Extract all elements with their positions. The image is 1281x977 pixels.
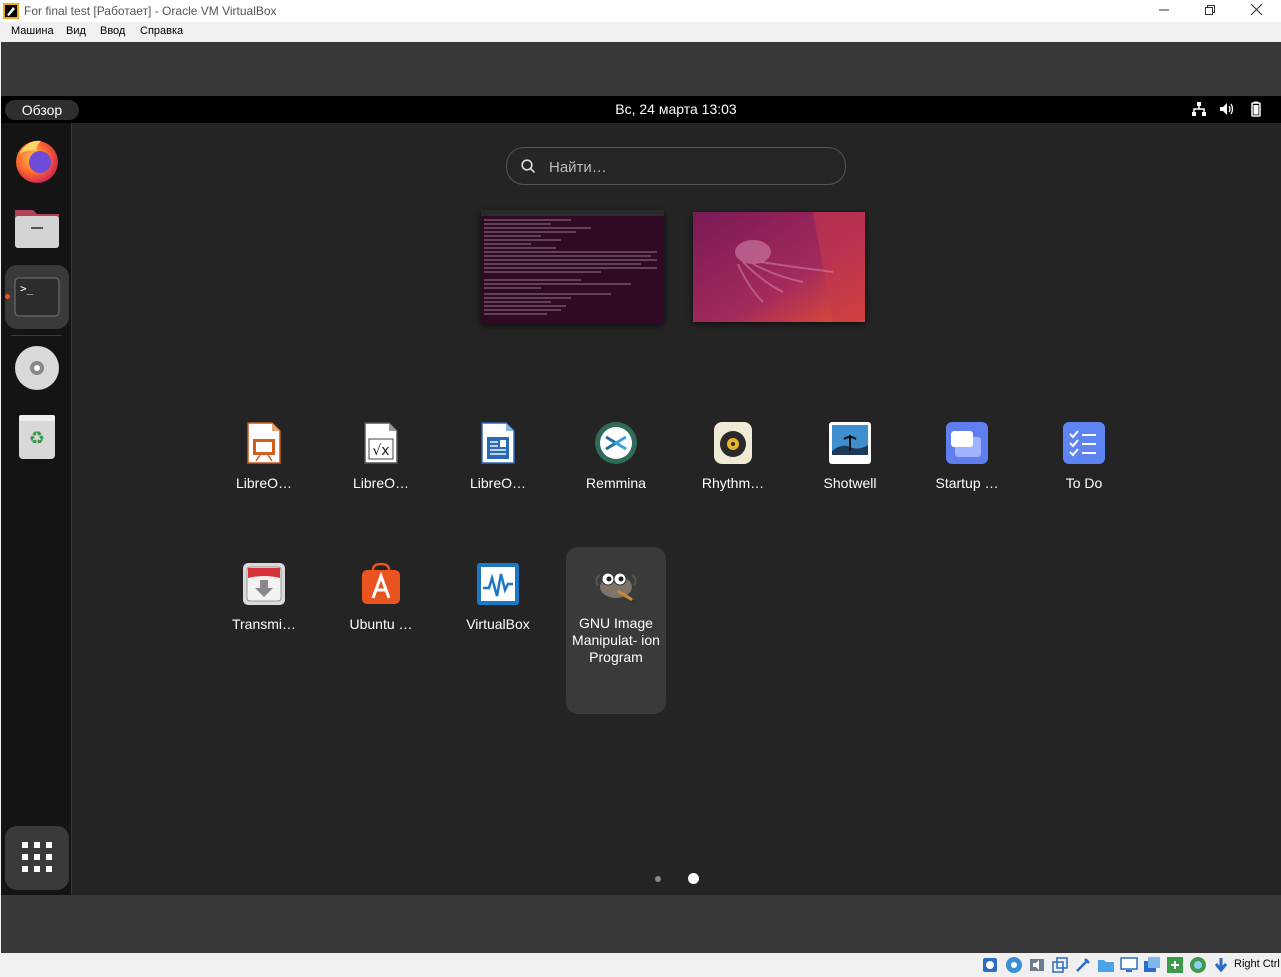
menu-machine[interactable]: Машина bbox=[11, 25, 54, 37]
host-key-label: Right Ctrl bbox=[1234, 958, 1280, 970]
app-label: LibreO… bbox=[469, 475, 527, 491]
dock-terminal[interactable]: >_ bbox=[5, 265, 69, 329]
ubuntu-software-icon bbox=[362, 562, 400, 604]
restore-icon bbox=[1205, 5, 1215, 15]
window-titlebar: For final test [Работает] - Oracle VM Vi… bbox=[0, 0, 1281, 22]
hdd-icon[interactable] bbox=[981, 956, 999, 974]
optical-icon[interactable] bbox=[1005, 956, 1023, 974]
app-libreoffice-writer[interactable]: LibreO… bbox=[448, 407, 548, 517]
dock-firefox[interactable] bbox=[5, 129, 69, 193]
keyboard-capture-icon[interactable] bbox=[1212, 956, 1230, 974]
virtualbox-app-icon bbox=[3, 3, 19, 19]
drag-drop-icon[interactable] bbox=[1166, 956, 1184, 974]
dock-dvd[interactable] bbox=[5, 335, 69, 399]
libreoffice-impress-icon bbox=[247, 422, 281, 464]
wallpaper-preview bbox=[693, 212, 865, 322]
startup-disk-icon bbox=[946, 422, 988, 464]
network-adapter-icon[interactable] bbox=[1051, 956, 1069, 974]
app-label: To Do bbox=[1065, 475, 1103, 491]
gimp-icon bbox=[595, 572, 637, 605]
terminal-icon: >_ bbox=[14, 277, 60, 317]
app-label: VirtualBox bbox=[466, 616, 530, 632]
transmission-icon bbox=[243, 563, 285, 605]
dvd-icon bbox=[15, 346, 59, 390]
app-label: Remmina bbox=[586, 475, 646, 491]
app-label: Shotwell bbox=[823, 475, 877, 491]
app-startup-disk-creator[interactable]: Startup … bbox=[917, 407, 1017, 517]
app-label: Startup … bbox=[935, 475, 999, 491]
display-icon[interactable] bbox=[1120, 956, 1138, 974]
running-indicator bbox=[5, 294, 10, 299]
battery-icon[interactable] bbox=[1248, 101, 1264, 117]
app-rhythmbox[interactable]: Rhythm… bbox=[683, 407, 783, 517]
search-icon bbox=[521, 159, 535, 173]
app-todo[interactable]: To Do bbox=[1034, 407, 1134, 517]
menu-view[interactable]: Вид bbox=[66, 25, 86, 37]
search-input[interactable] bbox=[547, 148, 831, 186]
todo-icon bbox=[1063, 422, 1105, 464]
minimize-button[interactable] bbox=[1141, 0, 1187, 22]
shotwell-icon bbox=[829, 422, 871, 464]
close-icon bbox=[1250, 3, 1262, 16]
app-label: Ubuntu … bbox=[349, 616, 413, 632]
clock[interactable]: Вс, 24 марта 13:03 bbox=[601, 101, 751, 117]
dock: >_ ♻ bbox=[1, 123, 71, 895]
shared-folder-icon[interactable] bbox=[1097, 956, 1115, 974]
app-remmina[interactable]: Remmina bbox=[566, 407, 666, 517]
files-icon bbox=[15, 210, 59, 248]
network-icon[interactable] bbox=[1191, 101, 1207, 117]
minimize-icon bbox=[1159, 9, 1169, 11]
cpu-icon[interactable] bbox=[1189, 956, 1207, 974]
terminal-window-preview bbox=[481, 210, 664, 324]
virtualbox-icon bbox=[477, 563, 519, 605]
vm-menubar: Машина Вид Ввод Справка bbox=[0, 22, 1281, 42]
page-indicator-2[interactable] bbox=[688, 873, 699, 884]
window-title: For final test [Работает] - Oracle VM Vi… bbox=[24, 4, 277, 18]
vm-screen-border-bottom bbox=[1, 895, 1281, 953]
app-gimp[interactable]: GNU Image Manipulat- ion Program bbox=[566, 547, 666, 714]
show-apps-button[interactable] bbox=[5, 826, 69, 890]
vm-statusbar: Right Ctrl bbox=[0, 953, 1281, 977]
app-libreoffice-impress[interactable]: LibreO… bbox=[214, 407, 314, 517]
svg-text:√x: √x bbox=[372, 443, 389, 459]
workspace-thumbnail-2[interactable] bbox=[693, 212, 865, 322]
app-grid-icon bbox=[22, 842, 52, 872]
app-shotwell[interactable]: Shotwell bbox=[800, 407, 900, 517]
dock-trash[interactable]: ♻ bbox=[5, 403, 69, 467]
dock-files[interactable] bbox=[5, 196, 69, 260]
svg-text:♻: ♻ bbox=[29, 428, 45, 449]
app-label: LibreO… bbox=[352, 475, 410, 491]
app-libreoffice-math[interactable]: √x LibreO… bbox=[331, 407, 431, 517]
recording-icon[interactable] bbox=[1143, 956, 1161, 974]
app-ubuntu-software[interactable]: Ubuntu … bbox=[331, 548, 431, 658]
remmina-icon bbox=[595, 422, 637, 464]
app-label: GNU Image Manipulat- ion Program bbox=[572, 615, 660, 665]
libreoffice-writer-icon bbox=[481, 422, 515, 464]
close-button[interactable] bbox=[1233, 0, 1279, 22]
app-virtualbox[interactable]: VirtualBox bbox=[448, 548, 548, 658]
menu-help[interactable]: Справка bbox=[140, 25, 183, 37]
audio-icon[interactable] bbox=[1028, 956, 1046, 974]
restore-button[interactable] bbox=[1187, 0, 1233, 22]
workspace-thumbnail-1[interactable] bbox=[481, 210, 664, 324]
app-label: Transmi… bbox=[231, 616, 297, 632]
page-indicator-1[interactable] bbox=[655, 876, 661, 882]
menu-input[interactable]: Ввод bbox=[100, 25, 125, 37]
activities-button[interactable]: Обзор bbox=[5, 100, 79, 120]
app-label: Rhythm… bbox=[701, 475, 765, 491]
libreoffice-math-icon: √x bbox=[364, 422, 398, 464]
usb-icon[interactable] bbox=[1074, 956, 1092, 974]
trash-icon: ♻ bbox=[19, 415, 55, 459]
rhythmbox-icon bbox=[714, 422, 752, 464]
firefox-icon bbox=[16, 140, 58, 183]
search-box[interactable] bbox=[506, 147, 846, 186]
app-label: LibreO… bbox=[235, 475, 293, 491]
gnome-top-bar: Обзор Вс, 24 марта 13:03 bbox=[1, 96, 1281, 123]
svg-text:>_: >_ bbox=[20, 282, 34, 295]
app-transmission[interactable]: Transmi… bbox=[214, 548, 314, 658]
volume-icon[interactable] bbox=[1219, 101, 1235, 117]
